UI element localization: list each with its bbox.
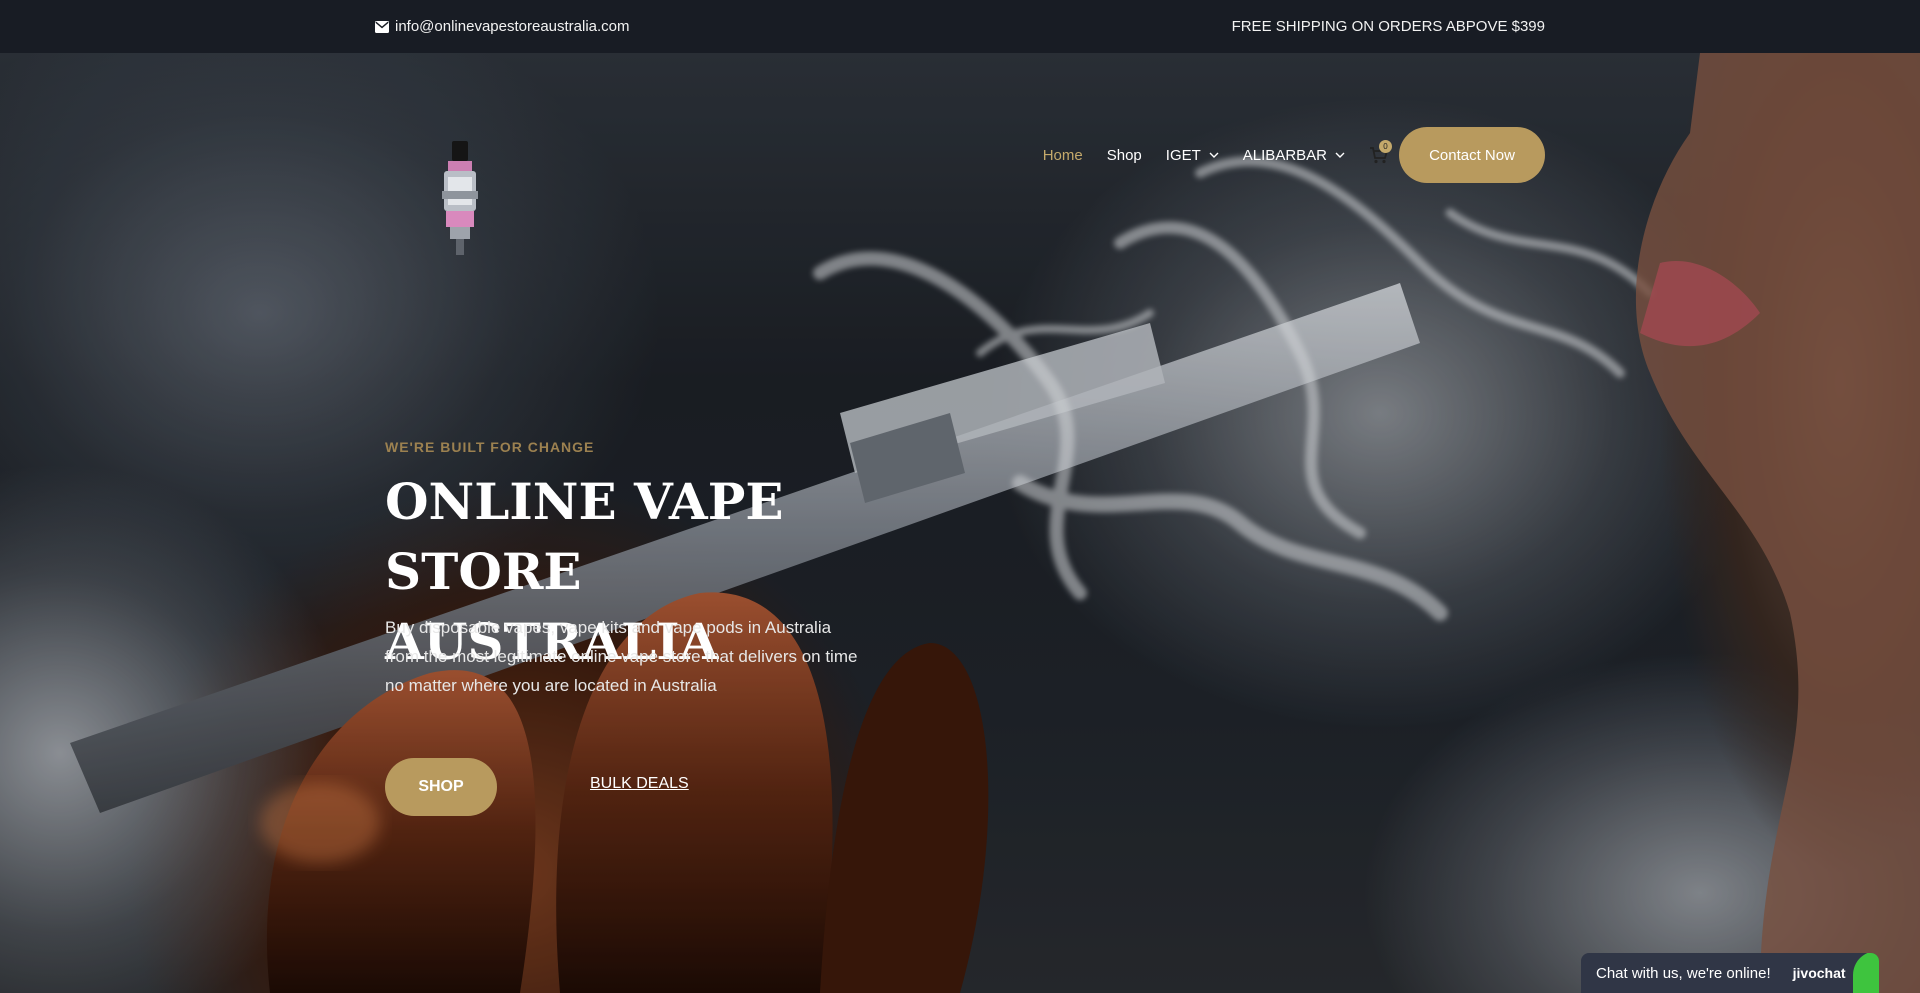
chat-status-icon [1853, 953, 1879, 993]
nav-label: IGET [1165, 146, 1201, 164]
hero-subtext: Buy disposable vapes, vape kits and vape… [385, 618, 858, 695]
nav-item-shop[interactable]: Shop [1107, 147, 1142, 164]
headline-line-1: ONLINE VAPE STORE [385, 472, 784, 601]
chevron-down-icon [1335, 152, 1345, 158]
hero-section: WE'RE BUILT FOR CHANGE ONLINE VAPE STORE… [0, 53, 1920, 993]
bulk-deals-link[interactable]: BULK DEALS [590, 775, 689, 793]
hero-kicker: WE'RE BUILT FOR CHANGE [385, 439, 595, 455]
site-logo[interactable] [430, 141, 490, 259]
chat-prompt: Chat with us, we're online! [1596, 964, 1771, 982]
envelope-icon [375, 20, 389, 33]
top-info-bar: info@onlinevapestoreaustralia.com FREE S… [0, 0, 1920, 53]
nav-item-alibarbar[interactable]: ALIBARBAR [1243, 147, 1345, 164]
hero-background-image [0, 53, 1920, 993]
nav-item-iget[interactable]: IGET [1166, 147, 1219, 164]
chat-widget[interactable]: Chat with us, we're online! jivochat [1581, 953, 1879, 993]
email-text: info@onlinevapestoreaustralia.com [395, 18, 630, 35]
chat-brand-logo: jivochat [1792, 965, 1846, 981]
contact-now-button[interactable]: Contact Now [1399, 127, 1545, 183]
nav-label: Shop [1106, 146, 1142, 164]
cart-button[interactable]: 0 [1369, 140, 1392, 164]
chevron-down-icon [1209, 152, 1219, 158]
topbar-email[interactable]: info@onlinevapestoreaustralia.com [375, 18, 630, 35]
nav-label: ALIBARBAR [1242, 146, 1327, 164]
vape-tank-logo [442, 141, 478, 255]
nav-item-home[interactable]: Home [1043, 147, 1083, 164]
cart-count-badge: 0 [1379, 140, 1392, 153]
nav-label: Home [1042, 146, 1083, 164]
shipping-notice: FREE SHIPPING ON ORDERS ABPOVE $399 [1231, 18, 1545, 35]
main-navigation: Home Shop IGET ALIBARBAR 0 Contact Now [1043, 127, 1545, 183]
shop-button[interactable]: SHOP [385, 758, 497, 816]
